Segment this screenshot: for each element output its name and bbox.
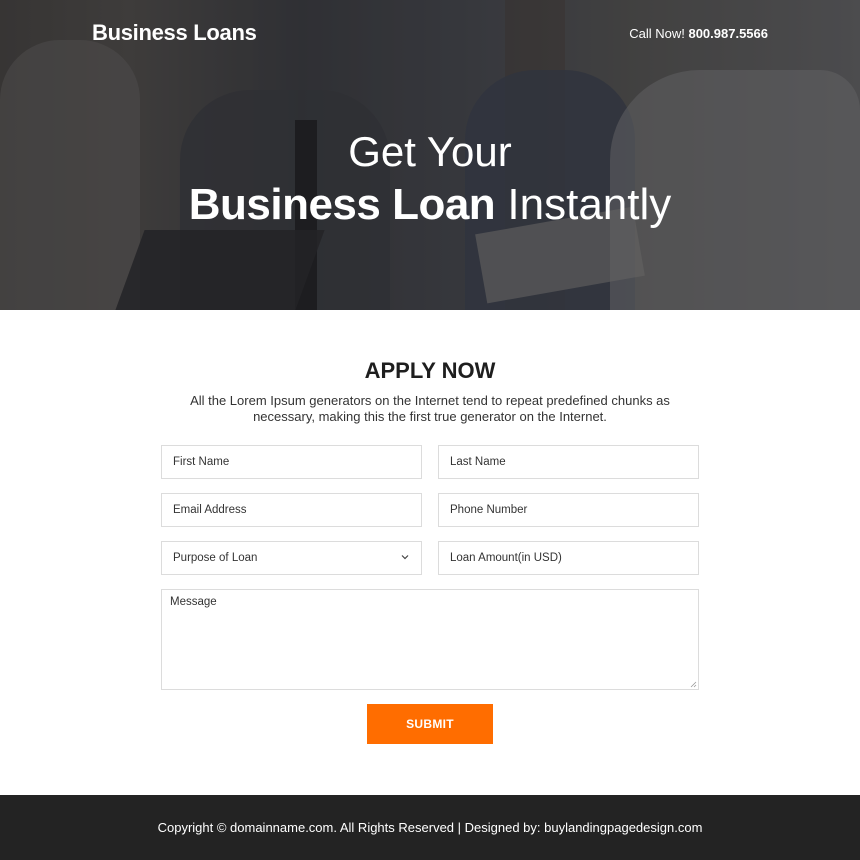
phone-placeholder: Phone Number [450,504,528,516]
hero-heading-line1: Get Your [348,128,512,175]
top-bar: Business Loans Call Now! 800.987.5566 [92,20,768,46]
call-now: Call Now! 800.987.5566 [629,26,768,41]
last-name-input[interactable]: Last Name [438,445,699,479]
phone-input[interactable]: Phone Number [438,493,699,527]
hero-heading: Get Your Business Loan Instantly [0,126,860,232]
form-row: Purpose of Loan Loan Amount(in USD) [161,541,699,575]
footer-copyright: Copyright © domainname.com. All Rights R… [157,820,703,835]
purpose-selected-value: Purpose of Loan [173,552,258,564]
email-placeholder: Email Address [173,504,247,516]
footer: Copyright © domainname.com. All Rights R… [0,795,860,860]
hero-heading-bold: Business Loan [188,180,496,229]
chevron-down-icon [401,555,409,560]
first-name-placeholder: First Name [173,456,230,468]
message-textarea[interactable]: Message [161,589,699,690]
logo[interactable]: Business Loans [92,20,257,46]
apply-section: APPLY NOW All the Lorem Ipsum generators… [0,310,860,795]
submit-wrapper: SUBMIT [161,704,699,744]
call-now-label: Call Now! [629,25,685,41]
hero-section: Business Loans Call Now! 800.987.5566 Ge… [0,0,860,310]
form-row: First Name Last Name [161,445,699,479]
hero-heading-line2: Business Loan Instantly [0,178,860,232]
phone-number[interactable]: 800.987.5566 [688,26,768,41]
resize-handle-icon[interactable] [689,680,697,688]
first-name-input[interactable]: First Name [161,445,422,479]
message-placeholder: Message [170,596,217,608]
purpose-select[interactable]: Purpose of Loan [161,541,422,575]
loan-application-form: First Name Last Name Email Address Phone… [161,445,699,744]
loan-amount-placeholder: Loan Amount(in USD) [450,552,562,564]
submit-button[interactable]: SUBMIT [367,704,493,744]
email-input[interactable]: Email Address [161,493,422,527]
section-description: All the Lorem Ipsum generators on the In… [190,393,670,424]
form-row: Email Address Phone Number [161,493,699,527]
loan-amount-input[interactable]: Loan Amount(in USD) [438,541,699,575]
hero-heading-rest: Instantly [495,180,672,229]
last-name-placeholder: Last Name [450,456,506,468]
section-title: APPLY NOW [364,358,496,383]
